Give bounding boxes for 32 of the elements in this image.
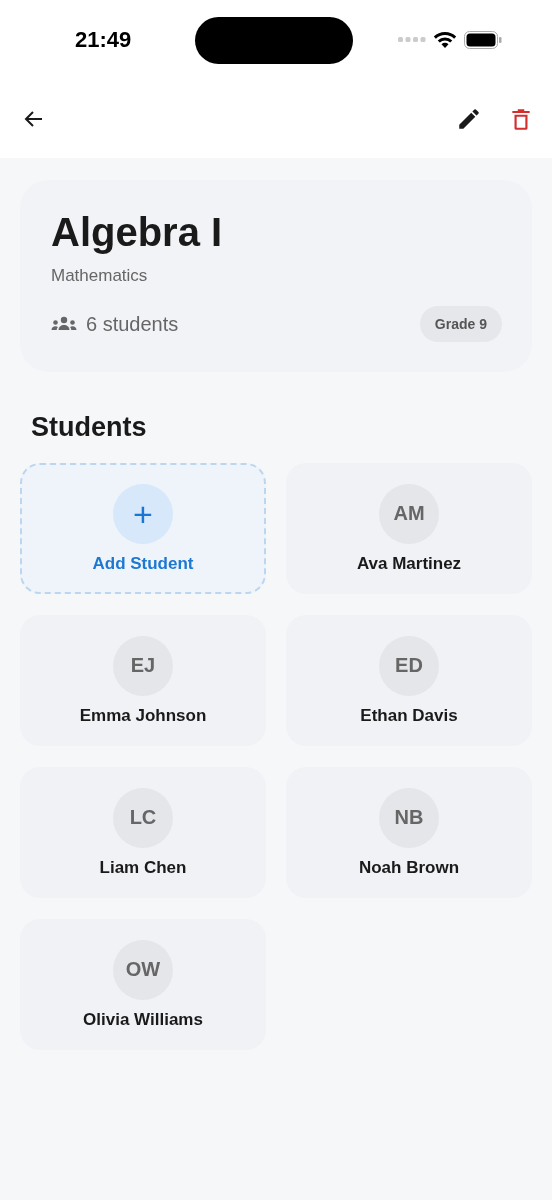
grade-badge: Grade 9 <box>419 306 502 342</box>
student-name: Ava Martinez <box>356 553 462 574</box>
student-count: 6 students <box>86 312 179 336</box>
student-card[interactable]: AM Ava Martinez <box>286 463 532 594</box>
initials-avatar: ED <box>379 635 439 696</box>
initials-avatar: OW <box>113 939 173 1000</box>
student-name: Ethan Davis <box>360 705 458 726</box>
wifi-icon <box>433 31 457 49</box>
initials-avatar: NB <box>379 787 439 848</box>
add-student-label: Add Student <box>92 553 194 574</box>
student-name: Olivia Williams <box>83 1009 203 1030</box>
student-card[interactable]: EJ Emma Johnson <box>20 615 266 746</box>
student-card[interactable]: OW Olivia Williams <box>20 919 266 1050</box>
student-card[interactable]: NB Noah Brown <box>286 767 532 898</box>
people-icon <box>51 316 77 332</box>
section-heading: Students <box>31 412 148 443</box>
initials-avatar: EJ <box>113 635 173 696</box>
plus-icon: + <box>113 483 173 544</box>
pencil-icon <box>456 106 482 132</box>
student-name: Emma Johnson <box>79 705 207 726</box>
status-time: 21:49 <box>75 27 132 53</box>
student-card[interactable]: ED Ethan Davis <box>286 615 532 746</box>
signal-icon <box>398 37 426 43</box>
student-name: Liam Chen <box>99 857 187 878</box>
course-subject: Mathematics <box>51 266 149 286</box>
battery-icon <box>464 31 502 49</box>
student-name: Noah Brown <box>358 857 460 878</box>
student-card[interactable]: LC Liam Chen <box>20 767 266 898</box>
initials-avatar: AM <box>379 483 439 544</box>
add-student-card[interactable]: + Add Student <box>20 463 266 594</box>
initials-avatar: LC <box>113 787 173 848</box>
course-title: Algebra I <box>51 209 224 256</box>
